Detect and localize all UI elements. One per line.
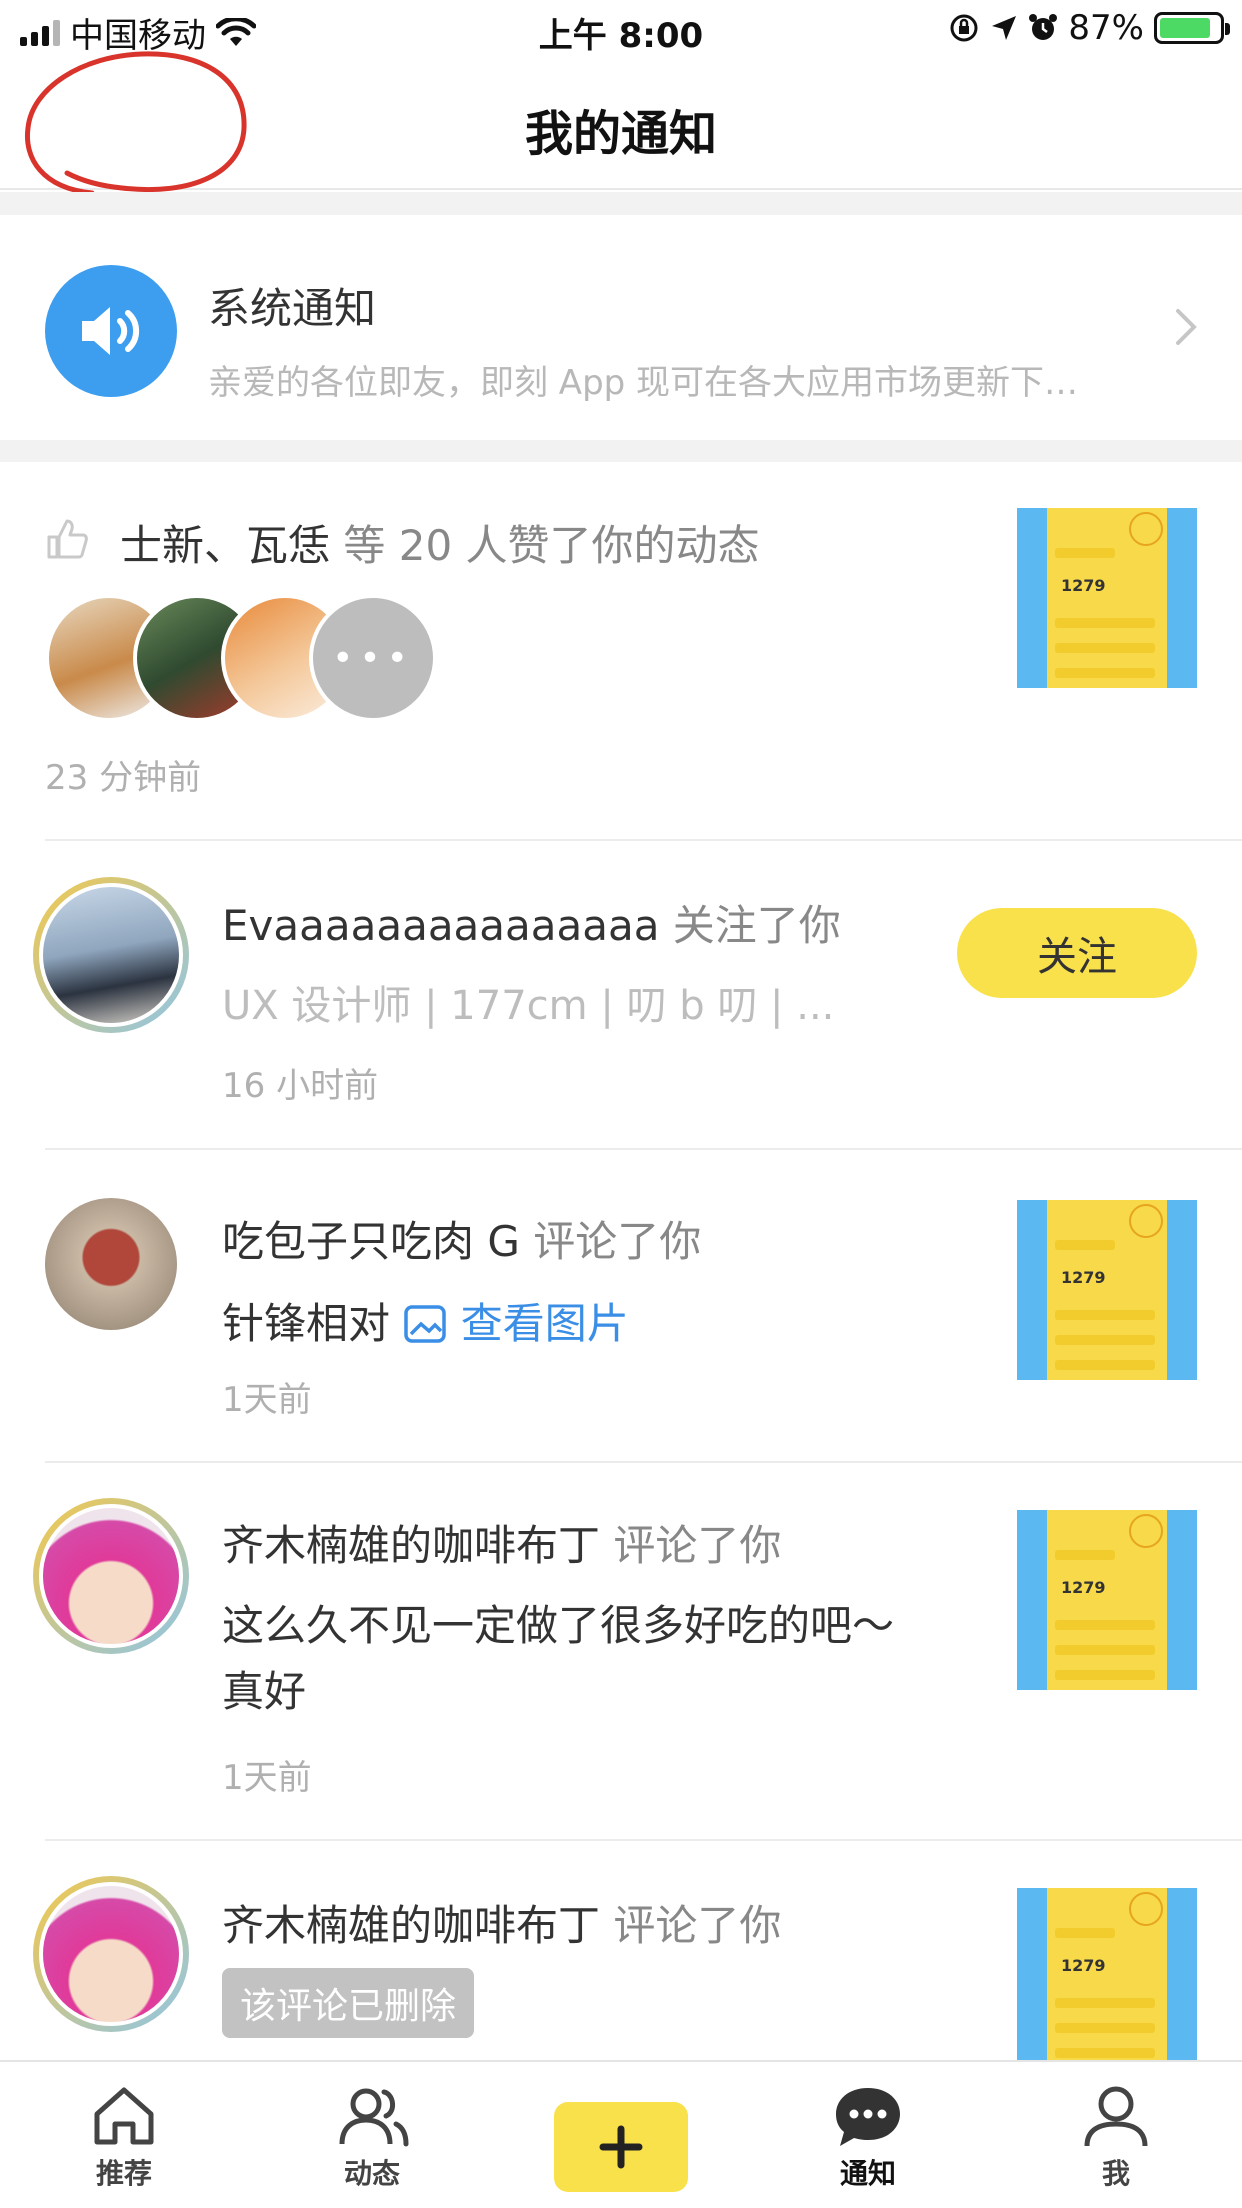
location-icon [992, 16, 1017, 40]
system-notice-row[interactable]: 系统通知 亲爱的各位即友，即刻 App 现可在各大应用市场更新下… [0, 215, 1242, 440]
tab-label: 动态 [343, 2157, 400, 2190]
chevron-right-icon [1176, 309, 1197, 345]
comment-action: 评论了你 [600, 1521, 782, 1570]
comment-notification[interactable]: 齐木楠雄的咖啡布丁 评论了你 1279 [0, 1840, 1242, 2060]
section-gap [0, 192, 1242, 215]
follow-button[interactable]: 关注 [957, 908, 1197, 998]
tab-me[interactable]: 我 [1036, 2062, 1196, 2208]
like-notification[interactable]: 士新、瓦恁 等 20 人赞了你的动态 ••• 23 分钟前 1279 [0, 462, 1242, 841]
red-annotation-circle [24, 51, 247, 196]
comment-title: 吃包子只吃肉 G 评论了你 [222, 1208, 701, 1269]
person-icon [1084, 2086, 1148, 2147]
people-icon [339, 2088, 409, 2147]
post-thumbnail[interactable]: 1279 [1017, 1200, 1197, 1380]
deleted-comment-tag: 该评论已删除 [222, 1968, 475, 2038]
post-thumbnail[interactable]: 1279 [1017, 1888, 1197, 2060]
system-notice-subtitle: 亲爱的各位即友，即刻 App 现可在各大应用市场更新下… [208, 363, 1079, 403]
comment-text: 针锋相对 [222, 1299, 404, 1348]
thumbs-up-icon [47, 519, 88, 559]
avatar[interactable] [45, 1198, 177, 1330]
thumb-number: 1279 [1061, 1956, 1106, 1975]
commenter-name[interactable]: 齐木楠雄的咖啡布丁 [222, 1521, 600, 1570]
timestamp: 23 分钟前 [45, 758, 202, 798]
comment-content: 针锋相对 查看图片 [222, 1290, 629, 1351]
thumb-number: 1279 [1061, 1578, 1106, 1597]
battery-fill [1160, 18, 1211, 38]
follower-bio: UX 设计师 | 177cm | 叨 b 叨 | ... [222, 983, 835, 1029]
comment-action: 评论了你 [519, 1217, 702, 1266]
image-icon [404, 1305, 447, 1343]
tab-recommend[interactable]: 推荐 [44, 2062, 204, 2208]
follower-name[interactable]: Evaaaaaaaaaaaaaaa [222, 901, 659, 950]
tab-label: 推荐 [95, 2157, 152, 2190]
follow-action: 关注了你 [659, 901, 841, 950]
tab-bar: 推荐 动态 通知 我 [0, 2060, 1242, 2208]
like-action: 等 20 人赞了你的动态 [330, 521, 760, 570]
timestamp: 1天前 [222, 1380, 312, 1420]
tab-notifications[interactable]: 通知 [788, 2062, 948, 2208]
comment-text: 真好 [222, 1667, 307, 1716]
tab-label: 通知 [839, 2157, 896, 2190]
thumb-number: 1279 [1061, 1268, 1106, 1287]
like-names[interactable]: 士新、瓦恁 [120, 521, 330, 570]
like-title: 士新、瓦恁 等 20 人赞了你的动态 [120, 512, 760, 573]
commenter-name[interactable]: 齐木楠雄的咖啡布丁 [222, 1901, 600, 1950]
avatar[interactable] [33, 1876, 189, 2032]
post-thumbnail[interactable]: 1279 [1017, 1510, 1197, 1690]
comment-notification[interactable]: 吃包子只吃肉 G 评论了你 针锋相对 查看图片 1天前 1279 [0, 1150, 1242, 1463]
avatar[interactable] [33, 1498, 189, 1654]
avatar[interactable] [33, 877, 189, 1033]
orientation-lock-icon [950, 14, 978, 42]
timestamp: 16 小时前 [222, 1066, 379, 1106]
comment-action: 评论了你 [600, 1901, 782, 1950]
section-gap [0, 440, 1242, 462]
comment-text: 这么久不见一定做了很多好吃的吧～ [222, 1601, 895, 1650]
alarm-icon [1029, 14, 1058, 40]
speaker-icon [45, 265, 177, 397]
commenter-name[interactable]: 吃包子只吃肉 G [222, 1217, 520, 1266]
thumb-number: 1279 [1061, 576, 1106, 595]
status-right: 87% [948, 8, 1230, 48]
tab-feed[interactable]: 动态 [292, 2062, 452, 2208]
post-thumbnail[interactable]: 1279 [1017, 508, 1197, 688]
more-likers-icon[interactable]: ••• [309, 594, 437, 722]
comment-notification[interactable]: 齐木楠雄的咖啡布丁 评论了你 这么久不见一定做了很多好吃的吧～ 真好 1天前 1… [0, 1462, 1242, 1841]
battery-icon [1154, 12, 1230, 44]
plus-icon [599, 2125, 643, 2169]
system-notice-title: 系统通知 [208, 284, 377, 333]
timestamp: 1天前 [222, 1758, 312, 1798]
comment-title: 齐木楠雄的咖啡布丁 评论了你 [222, 1892, 781, 1953]
battery-percent: 87% [1068, 8, 1144, 48]
create-post-button[interactable] [554, 2102, 688, 2192]
comment-title: 齐木楠雄的咖啡布丁 评论了你 [222, 1512, 781, 1573]
tab-label: 我 [1101, 2157, 1130, 2190]
chat-bubble-icon [836, 2088, 900, 2146]
home-icon [94, 2087, 154, 2145]
follow-title: Evaaaaaaaaaaaaaaa 关注了你 [222, 892, 841, 953]
view-image-link[interactable]: 查看图片 [461, 1299, 629, 1348]
